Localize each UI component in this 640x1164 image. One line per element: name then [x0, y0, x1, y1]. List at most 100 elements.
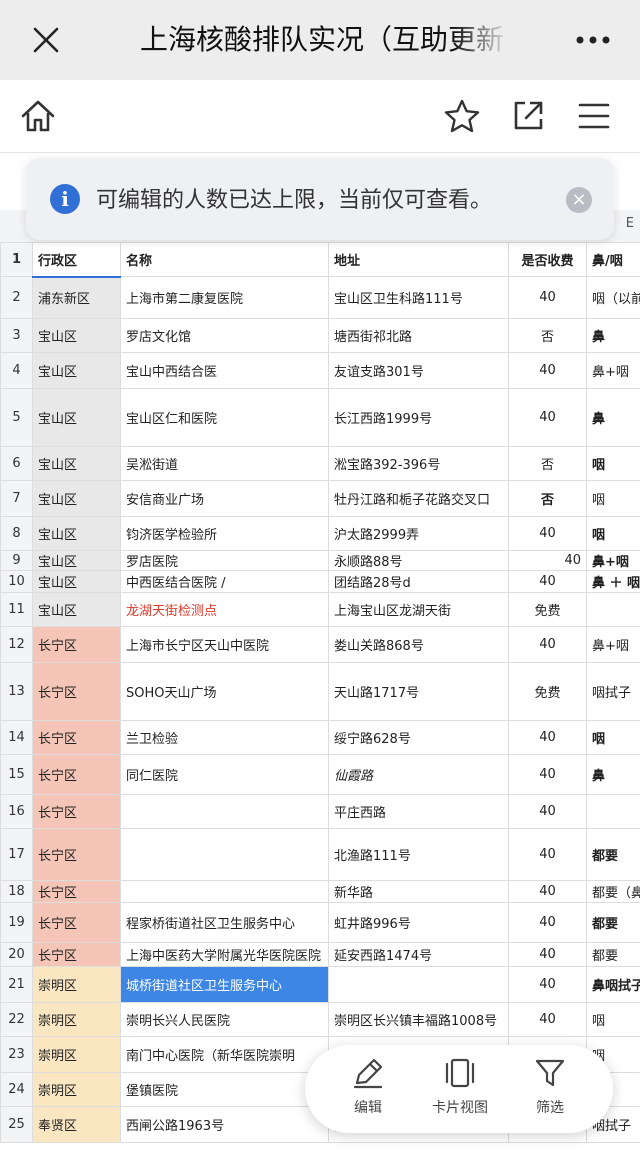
address-cell[interactable]: 宝山区卫生科路111号	[328, 276, 509, 319]
swab-cell[interactable]: 鼻+咽	[586, 626, 640, 663]
swab-cell[interactable]: 咽	[586, 1002, 640, 1037]
name-cell[interactable]: SOHO天山广场	[120, 662, 329, 721]
name-cell[interactable]: 堡镇医院	[120, 1072, 329, 1107]
name-cell[interactable]: 安信商业广场	[120, 480, 329, 517]
menu-button[interactable]	[570, 92, 618, 140]
name-cell[interactable]: 上海市长宁区天山中医院	[120, 626, 329, 663]
fee-cell[interactable]: 否	[508, 318, 587, 353]
swab-cell[interactable]: 鼻咽拭子	[586, 966, 640, 1003]
filter-button[interactable]: 筛选	[505, 1057, 595, 1123]
name-cell[interactable]: 西闸公路1963号	[120, 1106, 329, 1143]
swab-cell[interactable]: 都要	[586, 828, 640, 881]
district-cell[interactable]: 长宁区	[32, 828, 121, 881]
address-cell[interactable]: 沪太路2999弄	[328, 516, 509, 551]
address-cell[interactable]: 娄山关路868号	[328, 626, 509, 663]
swab-cell[interactable]: 鼻	[586, 318, 640, 353]
swab-cell[interactable]: 鼻	[586, 754, 640, 795]
swab-cell[interactable]: 都要	[586, 942, 640, 967]
name-cell[interactable]: 钧济医学检验所	[120, 516, 329, 551]
home-button[interactable]	[14, 92, 62, 140]
fee-cell[interactable]: 40	[508, 828, 587, 881]
address-cell[interactable]: 延安西路1474号	[328, 942, 509, 967]
address-cell[interactable]: 塘西街祁北路	[328, 318, 509, 353]
fee-cell[interactable]: 40	[508, 754, 587, 795]
fee-cell[interactable]: 40	[508, 550, 587, 571]
address-cell[interactable]	[328, 966, 509, 1003]
district-cell[interactable]: 长宁区	[32, 626, 121, 663]
address-cell[interactable]: 绥宁路628号	[328, 720, 509, 755]
name-cell[interactable]: 南门中心医院（新华医院崇明	[120, 1036, 329, 1073]
district-cell[interactable]: 长宁区	[32, 902, 121, 943]
swab-cell[interactable]: 鼻 ＋ 咽	[586, 570, 640, 593]
fee-cell[interactable]: 40	[508, 388, 587, 447]
district-cell[interactable]: 崇明区	[32, 1036, 121, 1073]
district-cell[interactable]: 崇明区	[32, 966, 121, 1003]
address-cell[interactable]: 仙霞路	[328, 754, 509, 795]
name-cell[interactable]: 上海中医药大学附属光华医院医院	[120, 942, 329, 967]
swab-cell[interactable]	[586, 794, 640, 829]
district-cell[interactable]: 奉贤区	[32, 1106, 121, 1143]
address-cell[interactable]: 天山路1717号	[328, 662, 509, 721]
address-cell[interactable]: 长江西路1999号	[328, 388, 509, 447]
swab-cell[interactable]: 咽	[586, 446, 640, 481]
fee-cell[interactable]: 40	[508, 966, 587, 1003]
column-header-district[interactable]: 行政区	[32, 242, 121, 278]
fee-cell[interactable]: 40	[508, 276, 587, 319]
swab-cell[interactable]: 咽	[586, 516, 640, 551]
swab-cell[interactable]: 鼻	[586, 388, 640, 447]
address-cell[interactable]: 北渔路111号	[328, 828, 509, 881]
address-cell[interactable]: 平庄西路	[328, 794, 509, 829]
name-cell[interactable]: 龙湖天街检测点	[120, 592, 329, 627]
share-button[interactable]	[504, 92, 552, 140]
district-cell[interactable]: 长宁区	[32, 720, 121, 755]
name-cell[interactable]: 同仁医院	[120, 754, 329, 795]
column-header-name[interactable]: 名称	[120, 242, 329, 277]
fee-cell[interactable]: 40	[508, 1002, 587, 1037]
fee-cell[interactable]: 40	[508, 626, 587, 663]
column-header-fee[interactable]: 是否收费	[508, 242, 587, 277]
fee-cell[interactable]: 40	[508, 570, 587, 593]
address-cell[interactable]: 新华路	[328, 880, 509, 903]
fee-cell[interactable]: 40	[508, 880, 587, 903]
address-cell[interactable]: 牡丹江路和栀子花路交叉口	[328, 480, 509, 517]
swab-cell[interactable]: 咽拭子	[586, 662, 640, 721]
district-cell[interactable]: 宝山区	[32, 318, 121, 353]
name-cell[interactable]: 崇明长兴人民医院	[120, 1002, 329, 1037]
name-cell[interactable]: 程家桥街道社区卫生服务中心	[120, 902, 329, 943]
district-cell[interactable]: 长宁区	[32, 662, 121, 721]
address-cell[interactable]: 永顺路88号	[328, 550, 509, 571]
swab-cell[interactable]: 都要（鼻	[586, 880, 640, 903]
district-cell[interactable]: 宝山区	[32, 352, 121, 389]
fee-cell[interactable]: 40	[508, 352, 587, 389]
fee-cell[interactable]: 免费	[508, 592, 587, 627]
more-button[interactable]	[568, 18, 618, 62]
swab-cell[interactable]: 鼻+咽	[586, 352, 640, 389]
district-cell[interactable]: 长宁区	[32, 794, 121, 829]
district-cell[interactable]: 长宁区	[32, 754, 121, 795]
name-cell[interactable]: 中西医结合医院 /	[120, 570, 329, 593]
name-cell[interactable]	[120, 828, 329, 881]
favorite-button[interactable]	[438, 92, 486, 140]
swab-cell[interactable]: 都要	[586, 902, 640, 943]
name-cell[interactable]: 兰卫检验	[120, 720, 329, 755]
district-cell[interactable]: 浦东新区	[32, 276, 121, 319]
swab-cell[interactable]: 咽（以前	[586, 276, 640, 319]
district-cell[interactable]: 崇明区	[32, 1002, 121, 1037]
name-cell[interactable]: 罗店文化馆	[120, 318, 329, 353]
district-cell[interactable]: 崇明区	[32, 1072, 121, 1107]
toast-close-icon[interactable]: ×	[566, 187, 592, 213]
name-cell[interactable]: 城桥街道社区卫生服务中心	[120, 966, 329, 1003]
district-cell[interactable]: 宝山区	[32, 570, 121, 593]
district-cell[interactable]: 长宁区	[32, 880, 121, 903]
column-header-swab[interactable]: 鼻/咽	[586, 242, 640, 277]
column-header-address[interactable]: 地址	[328, 242, 509, 277]
swab-cell[interactable]: 咽	[586, 720, 640, 755]
edit-button[interactable]: 编辑	[323, 1057, 413, 1123]
fee-cell[interactable]: 免费	[508, 662, 587, 721]
fee-cell[interactable]: 40	[508, 720, 587, 755]
swab-cell[interactable]	[586, 592, 640, 627]
district-cell[interactable]: 宝山区	[32, 388, 121, 447]
fee-cell[interactable]: 否	[508, 446, 587, 481]
address-cell[interactable]: 上海宝山区龙湖天街	[328, 592, 509, 627]
address-cell[interactable]: 崇明区长兴镇丰福路1008号	[328, 1002, 509, 1037]
